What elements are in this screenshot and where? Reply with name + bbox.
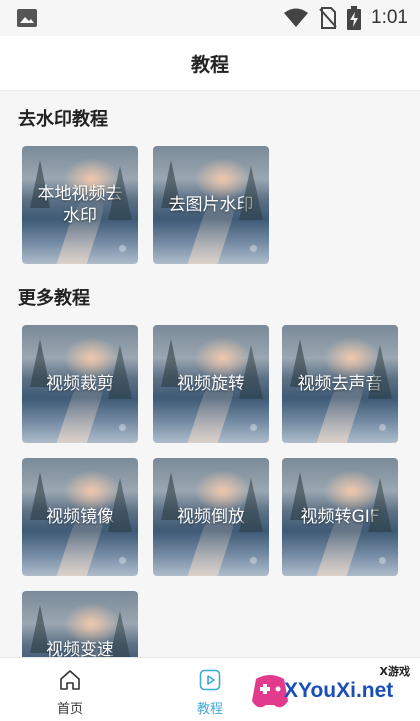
tutorial-card-label: 视频变速 [46, 640, 114, 657]
status-bar: 1:01 [0, 0, 420, 36]
gallery-icon [17, 9, 37, 27]
title-bar: 教程 [0, 36, 420, 91]
page-title: 教程 [190, 53, 229, 76]
tutorial-card[interactable]: 视频转GIF [282, 458, 398, 576]
watermark-main-text: XYouXi.net [284, 679, 394, 702]
clock: 1:01 [371, 7, 408, 28]
tutorial-card[interactable]: 去图片水印 [153, 146, 269, 264]
tutorial-card[interactable]: 本地视频去水印 [22, 146, 138, 264]
nav-item-home[interactable]: 首页 [10, 658, 130, 721]
tutorial-card[interactable]: 视频倒放 [153, 458, 269, 576]
tutorial-card-label: 视频去声音 [297, 374, 383, 394]
tutorial-card-label: 视频旋转 [177, 374, 245, 394]
battery-charging-icon [347, 6, 362, 30]
tutorial-card[interactable]: 视频去声音 [282, 325, 398, 443]
wifi-icon [284, 8, 309, 27]
tutorial-card-label: 视频转GIF [300, 507, 380, 527]
watermark-logo: X游戏 XYouXi.net [250, 663, 420, 721]
section-title-watermark: 去水印教程 [18, 109, 108, 130]
tutorial-card-label: 视频裁剪 [46, 374, 114, 394]
tutorial-card[interactable]: 视频裁剪 [22, 325, 138, 443]
tutorial-card-label: 去图片水印 [168, 195, 254, 215]
nav-label-home: 首页 [56, 702, 83, 717]
play-icon [199, 669, 221, 691]
tutorial-card-label: 本地视频去水印 [37, 184, 123, 226]
watermark-top-text: X游戏 [379, 665, 410, 678]
tutorial-card[interactable]: 视频旋转 [153, 325, 269, 443]
tutorial-card[interactable]: 视频镜像 [22, 458, 138, 576]
tutorial-list[interactable]: 去水印教程 本地视频去水印 去图片水印 更多教程 视频裁剪 视频旋转 视频去声音… [0, 91, 420, 657]
section-title-more: 更多教程 [18, 288, 90, 309]
tutorial-card-label: 视频倒放 [177, 507, 245, 527]
bottom-nav: 首页 教程 X游戏 XYouXi.net [0, 657, 420, 721]
tutorial-card[interactable]: 视频变速 [22, 591, 138, 657]
tutorial-card-label: 视频镜像 [46, 507, 114, 527]
no-sim-icon [319, 7, 337, 29]
home-icon [60, 670, 80, 690]
